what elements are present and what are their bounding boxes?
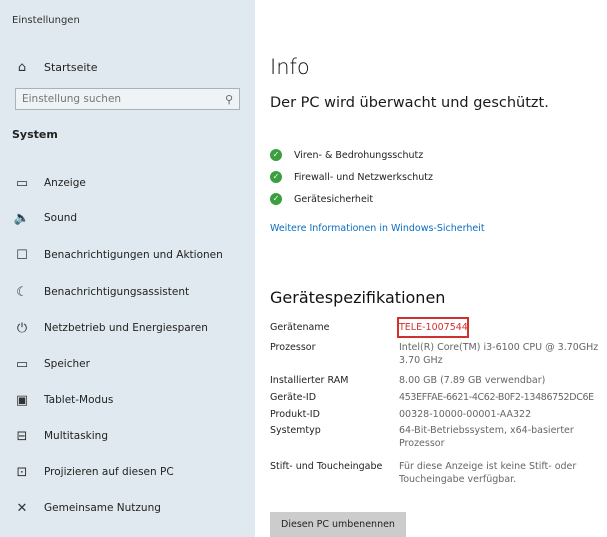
sidebar-item-label: Speicher xyxy=(44,358,90,370)
security-status-heading: Der PC wird überwacht und geschützt. xyxy=(270,95,549,111)
protection-item-virus: ✓ Viren- & Bedrohungsschutz xyxy=(270,149,423,161)
home-icon: ⌂ xyxy=(17,59,27,75)
protection-label: Firewall- und Netzwerkschutz xyxy=(294,171,433,183)
checkmark-icon: ✓ xyxy=(270,171,282,183)
spec-row-processor: Prozessor Intel(R) Core(TM) i3-6100 CPU … xyxy=(270,341,605,367)
app-title: Einstellungen xyxy=(12,15,80,26)
spec-label: Stift- und Toucheingabe xyxy=(270,461,383,472)
sidebar-item-label: Benachrichtigungsassistent xyxy=(44,286,190,298)
protection-item-firewall: ✓ Firewall- und Netzwerkschutz xyxy=(270,171,433,183)
focus-assist-icon: ☾ xyxy=(16,284,28,300)
spec-row-system-type: Systemtyp 64-Bit-Betriebssystem, x64-bas… xyxy=(270,424,605,450)
sidebar-item-label: Netzbetrieb und Energiesparen xyxy=(44,322,208,334)
checkmark-icon: ✓ xyxy=(270,149,282,161)
spec-label: Prozessor xyxy=(270,342,316,353)
sidebar-item-home[interactable]: ⌂ Startseite xyxy=(10,56,250,78)
multitasking-icon: ⊟ xyxy=(16,428,28,444)
sidebar-item-display[interactable]: ▭ Anzeige xyxy=(10,171,250,195)
spec-value: 00328-10000-00001-AA322 xyxy=(399,409,532,420)
sidebar-item-multitasking[interactable]: ⊟ Multitasking xyxy=(10,424,250,448)
spec-row-pen-touch: Stift- und Toucheingabe Für diese Anzeig… xyxy=(270,460,605,486)
sidebar-item-tablet-mode[interactable]: ▣ Tablet-Modus xyxy=(10,388,250,412)
search-input[interactable] xyxy=(22,93,202,105)
sidebar-item-label: Sound xyxy=(44,212,78,224)
projecting-icon: ⊡ xyxy=(16,464,28,480)
power-icon: ⏻ xyxy=(16,320,28,336)
protection-label: Viren- & Bedrohungsschutz xyxy=(294,149,424,161)
shared-experiences-icon: ✕ xyxy=(16,500,28,516)
display-icon: ▭ xyxy=(15,175,29,191)
spec-label: Installierter RAM xyxy=(270,375,349,386)
sidebar-item-focus-assist[interactable]: ☾ Benachrichtigungsassistent xyxy=(10,280,250,304)
checkmark-icon: ✓ xyxy=(270,193,282,205)
sidebar-item-projecting[interactable]: ⊡ Projizieren auf diesen PC xyxy=(10,460,250,484)
sidebar-item-label: Startseite xyxy=(44,60,98,74)
sidebar-item-label: Multitasking xyxy=(44,430,109,442)
sidebar-item-label: Gemeinsame Nutzung xyxy=(44,502,161,514)
sidebar-item-notifications[interactable]: ☐ Benachrichtigungen und Aktionen xyxy=(10,243,250,267)
sidebar: Einstellungen ⌂ Startseite ⚲ System ▭ An… xyxy=(0,0,255,537)
windows-security-link[interactable]: Weitere Informationen in Windows-Sicherh… xyxy=(270,223,485,234)
search-box[interactable]: ⚲ xyxy=(15,88,240,110)
protection-label: Gerätesicherheit xyxy=(294,193,374,205)
page-title: Info xyxy=(270,55,310,79)
search-icon[interactable]: ⚲ xyxy=(225,93,233,106)
main-content: Info Der PC wird überwacht und geschützt… xyxy=(255,0,607,537)
spec-label: Systemtyp xyxy=(270,425,321,436)
sidebar-item-power[interactable]: ⏻ Netzbetrieb und Energiesparen xyxy=(10,316,250,340)
rename-pc-button[interactable]: Diesen PC umbenennen xyxy=(270,512,406,537)
device-specs-title: Gerätespezifikationen xyxy=(270,288,446,307)
sidebar-item-label: Projizieren auf diesen PC xyxy=(44,466,174,478)
sidebar-item-label: Tablet-Modus xyxy=(44,394,114,406)
spec-value: 453EFFAE-6621-4C62-B0F2-13486752DC6E xyxy=(399,392,594,403)
section-title: System xyxy=(12,128,58,141)
spec-label: Produkt-ID xyxy=(270,409,320,420)
spec-value: 8.00 GB (7.89 GB verwendbar) xyxy=(399,375,546,386)
spec-value: 64-Bit-Betriebssystem, x64-basierter Pro… xyxy=(399,425,574,449)
spec-value: Für diese Anzeige ist keine Stift- oder … xyxy=(399,461,577,485)
storage-icon: ▭ xyxy=(15,356,29,372)
sidebar-item-label: Benachrichtigungen und Aktionen xyxy=(44,249,223,261)
spec-row-device-id: Geräte-ID 453EFFAE-6621-4C62-B0F2-134867… xyxy=(270,391,605,404)
spec-label: Gerätename xyxy=(270,322,330,333)
sidebar-item-label: Anzeige xyxy=(44,177,86,189)
sidebar-item-sound[interactable]: 🔈 Sound xyxy=(10,206,250,230)
spec-row-product-id: Produkt-ID 00328-10000-00001-AA322 xyxy=(270,408,605,421)
tablet-icon: ▣ xyxy=(15,392,29,408)
spec-row-ram: Installierter RAM 8.00 GB (7.89 GB verwe… xyxy=(270,374,605,387)
protection-item-device-security: ✓ Gerätesicherheit xyxy=(270,193,373,205)
spec-value: Intel(R) Core(TM) i3-6100 CPU @ 3.70GHz … xyxy=(399,342,599,366)
sidebar-item-storage[interactable]: ▭ Speicher xyxy=(10,352,250,376)
sound-icon: 🔈 xyxy=(13,210,31,226)
sidebar-item-shared-experiences[interactable]: ✕ Gemeinsame Nutzung xyxy=(10,496,250,520)
spec-label: Geräte-ID xyxy=(270,392,317,403)
notifications-icon: ☐ xyxy=(16,247,28,263)
device-name-highlight xyxy=(397,317,469,338)
